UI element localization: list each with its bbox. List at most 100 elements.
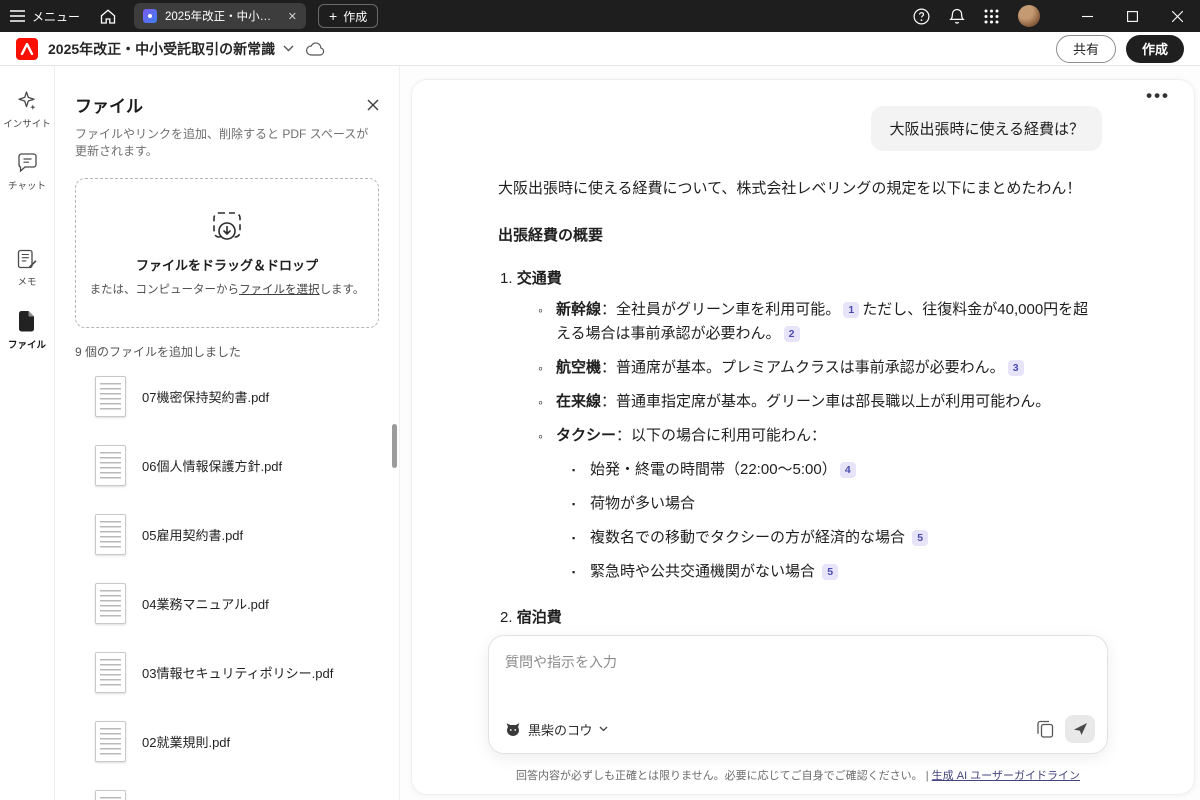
model-chevron-down-icon bbox=[599, 726, 608, 732]
bullet-marker: ▪ bbox=[572, 458, 590, 482]
dropzone-sub-prefix: または、コンピューターから bbox=[90, 284, 240, 296]
file-list-item[interactable]: 05雇用契約書.pdf bbox=[75, 500, 379, 569]
rail-label-chat: チャット bbox=[8, 178, 46, 192]
copy-icon[interactable] bbox=[1037, 720, 1054, 738]
insight-icon bbox=[16, 90, 37, 111]
send-button[interactable] bbox=[1065, 715, 1095, 743]
file-list: 07機密保持契約書.pdf 06個人情報保護方針.pdf 05雇用契約書.pdf… bbox=[75, 362, 379, 800]
model-selector[interactable]: 黒柴のコウ bbox=[505, 720, 608, 739]
rail-label-insight: インサイト bbox=[3, 116, 51, 130]
minimize-icon bbox=[1082, 11, 1093, 22]
pdf-thumbnail bbox=[95, 790, 126, 800]
user-message-bubble: 大阪出張時に使える経費は？ bbox=[871, 106, 1102, 151]
file-name: 02就業規則.pdf bbox=[142, 732, 230, 751]
file-name: 06個人情報保護方針.pdf bbox=[142, 456, 282, 475]
citation-badge[interactable]: 5 bbox=[822, 564, 838, 580]
more-options-button[interactable]: ••• bbox=[1146, 86, 1170, 106]
close-window-button[interactable] bbox=[1155, 0, 1200, 32]
minimize-button[interactable] bbox=[1065, 0, 1110, 32]
share-button[interactable]: 共有 bbox=[1056, 35, 1116, 63]
files-panel-header: ファイル bbox=[75, 92, 379, 117]
file-list-item[interactable]: 04業務マニュアル.pdf bbox=[75, 569, 379, 638]
file-list-item[interactable]: 06個人情報保護方針.pdf bbox=[75, 431, 379, 500]
bullet-text: 緊急時や公共交通機関がない場合 5 bbox=[590, 560, 841, 584]
titlebar-right bbox=[913, 0, 1200, 32]
create-button[interactable]: 作成 bbox=[1126, 35, 1184, 63]
rail-label-memo: メモ bbox=[17, 274, 36, 288]
bullet-marker: ▪ bbox=[572, 492, 590, 516]
pdf-thumbnail bbox=[95, 583, 126, 624]
section-heading: 1. 交通費 bbox=[500, 267, 1102, 288]
acrobat-logo-icon bbox=[16, 38, 38, 60]
chat-input[interactable] bbox=[505, 652, 1091, 696]
file-list-item[interactable]: 02就業規則.pdf bbox=[75, 707, 379, 776]
app-launcher-button[interactable] bbox=[984, 9, 999, 24]
apps-grid-icon bbox=[984, 9, 999, 24]
maximize-button[interactable] bbox=[1110, 0, 1155, 32]
file-list-item-partial[interactable] bbox=[75, 776, 379, 800]
sidebar-item-chat[interactable]: チャット bbox=[8, 153, 46, 192]
notifications-button[interactable] bbox=[949, 8, 965, 25]
ai-disclaimer: 回答内容が必ずしも正確とは限りません。必要に応じてご自身でご確認ください。 | … bbox=[488, 767, 1108, 783]
disclaimer-text: 回答内容が必ずしも正確とは限りません。必要に応じてご自身でご確認ください。 bbox=[516, 770, 923, 782]
new-tab-button[interactable]: + 作成 bbox=[318, 4, 378, 28]
bullet-marker: ▪ bbox=[572, 560, 590, 584]
citation-badge[interactable]: 2 bbox=[784, 326, 800, 342]
bullet-marker: ▪ bbox=[572, 526, 590, 550]
panel-scrollbar[interactable] bbox=[392, 424, 397, 468]
chat-composer: 黒柴のコウ bbox=[488, 635, 1108, 754]
chat-scroll-area[interactable]: 大阪出張時に使える経費は？ 大阪出張時に使える経費について、株式会社レベリングの… bbox=[498, 80, 1102, 634]
chat-icon bbox=[17, 153, 38, 173]
upload-icon bbox=[209, 210, 245, 244]
file-name: 03情報セキュリティポリシー.pdf bbox=[142, 663, 333, 682]
help-button[interactable] bbox=[913, 8, 930, 25]
home-button[interactable] bbox=[100, 9, 116, 24]
file-list-item[interactable]: 03情報セキュリティポリシー.pdf bbox=[75, 638, 379, 707]
pdf-thumbnail bbox=[95, 652, 126, 693]
answer-bullet: ▪荷物が多い場合 bbox=[498, 492, 1102, 516]
maximize-icon bbox=[1127, 11, 1138, 22]
toolbar-right: 共有 作成 bbox=[1056, 35, 1184, 63]
file-select-link[interactable]: ファイルを選択 bbox=[239, 284, 320, 296]
pdf-thumbnail bbox=[95, 514, 126, 555]
bullet-text: 在来線：普通車指定席が基本。グリーン車は部長職以上が利用可能わん。 bbox=[556, 390, 1050, 414]
new-tab-label: 作成 bbox=[343, 8, 367, 25]
title-chevron-down-icon[interactable] bbox=[283, 45, 294, 52]
document-tab[interactable]: 2025年改正・中小受... ✕ bbox=[134, 3, 306, 29]
ai-guideline-link[interactable]: 生成 AI ユーザーガイドライン bbox=[932, 770, 1080, 782]
sidebar-item-insight[interactable]: インサイト bbox=[3, 90, 51, 130]
composer-actions bbox=[1037, 715, 1095, 743]
files-panel-description: ファイルやリンクを追加、削除すると PDF スペースが更新されます。 bbox=[75, 126, 379, 160]
citation-badge[interactable]: 3 bbox=[1008, 360, 1024, 376]
bullet-marker: ◦ bbox=[538, 356, 556, 380]
bullet-text: 複数名での移動でタクシーの方が経済的な場合 5 bbox=[590, 526, 931, 550]
bullet-text: 始発・終電の時間帯（22:00〜5:00）4 bbox=[590, 458, 859, 482]
files-added-count: 9 個のファイルを追加しました bbox=[75, 343, 379, 360]
user-avatar[interactable] bbox=[1018, 5, 1040, 27]
citation-badge[interactable]: 4 bbox=[840, 462, 856, 478]
pdf-thumbnail bbox=[95, 721, 126, 762]
chat-card: ••• 大阪出張時に使える経費は？ 大阪出張時に使える経費について、株式会社レベ… bbox=[411, 79, 1195, 795]
bullet-marker: ◦ bbox=[538, 298, 556, 346]
answer-bullet: ◦航空機：普通席が基本。プレミアムクラスは事前承認が必要わん。3 bbox=[498, 356, 1102, 380]
rail-label-files: ファイル bbox=[8, 337, 46, 351]
sidebar-item-files[interactable]: ファイル bbox=[8, 311, 46, 351]
files-panel-title: ファイル bbox=[75, 92, 143, 117]
panel-close-button[interactable] bbox=[367, 99, 379, 111]
citation-badge[interactable]: 5 bbox=[912, 530, 928, 546]
files-panel: ファイル ファイルやリンクを追加、削除すると PDF スペースが更新されます。 … bbox=[55, 66, 400, 800]
bullet-text: タクシー：以下の場合に利用可能わん： bbox=[556, 424, 826, 448]
citation-badge[interactable]: 1 bbox=[843, 302, 859, 318]
bullet-text: 荷物が多い場合 bbox=[590, 492, 695, 516]
file-list-item[interactable]: 07機密保持契約書.pdf bbox=[75, 362, 379, 431]
bullet-marker: ◦ bbox=[538, 424, 556, 448]
file-dropzone[interactable]: ファイルをドラッグ＆ドロップ または、コンピューターからファイルを選択します。 bbox=[75, 178, 379, 328]
left-rail: インサイト チャット メモ ファイル bbox=[0, 66, 55, 800]
answer-bullet: ▪複数名での移動でタクシーの方が経済的な場合 5 bbox=[498, 526, 1102, 550]
sidebar-item-memo[interactable]: メモ bbox=[17, 249, 37, 288]
menu-button[interactable]: メニュー bbox=[10, 8, 80, 25]
cloud-save-icon[interactable] bbox=[306, 42, 325, 56]
tab-close-icon[interactable]: ✕ bbox=[288, 10, 297, 23]
dropzone-title: ファイルをドラッグ＆ドロップ bbox=[136, 255, 318, 274]
bell-icon bbox=[949, 8, 965, 25]
